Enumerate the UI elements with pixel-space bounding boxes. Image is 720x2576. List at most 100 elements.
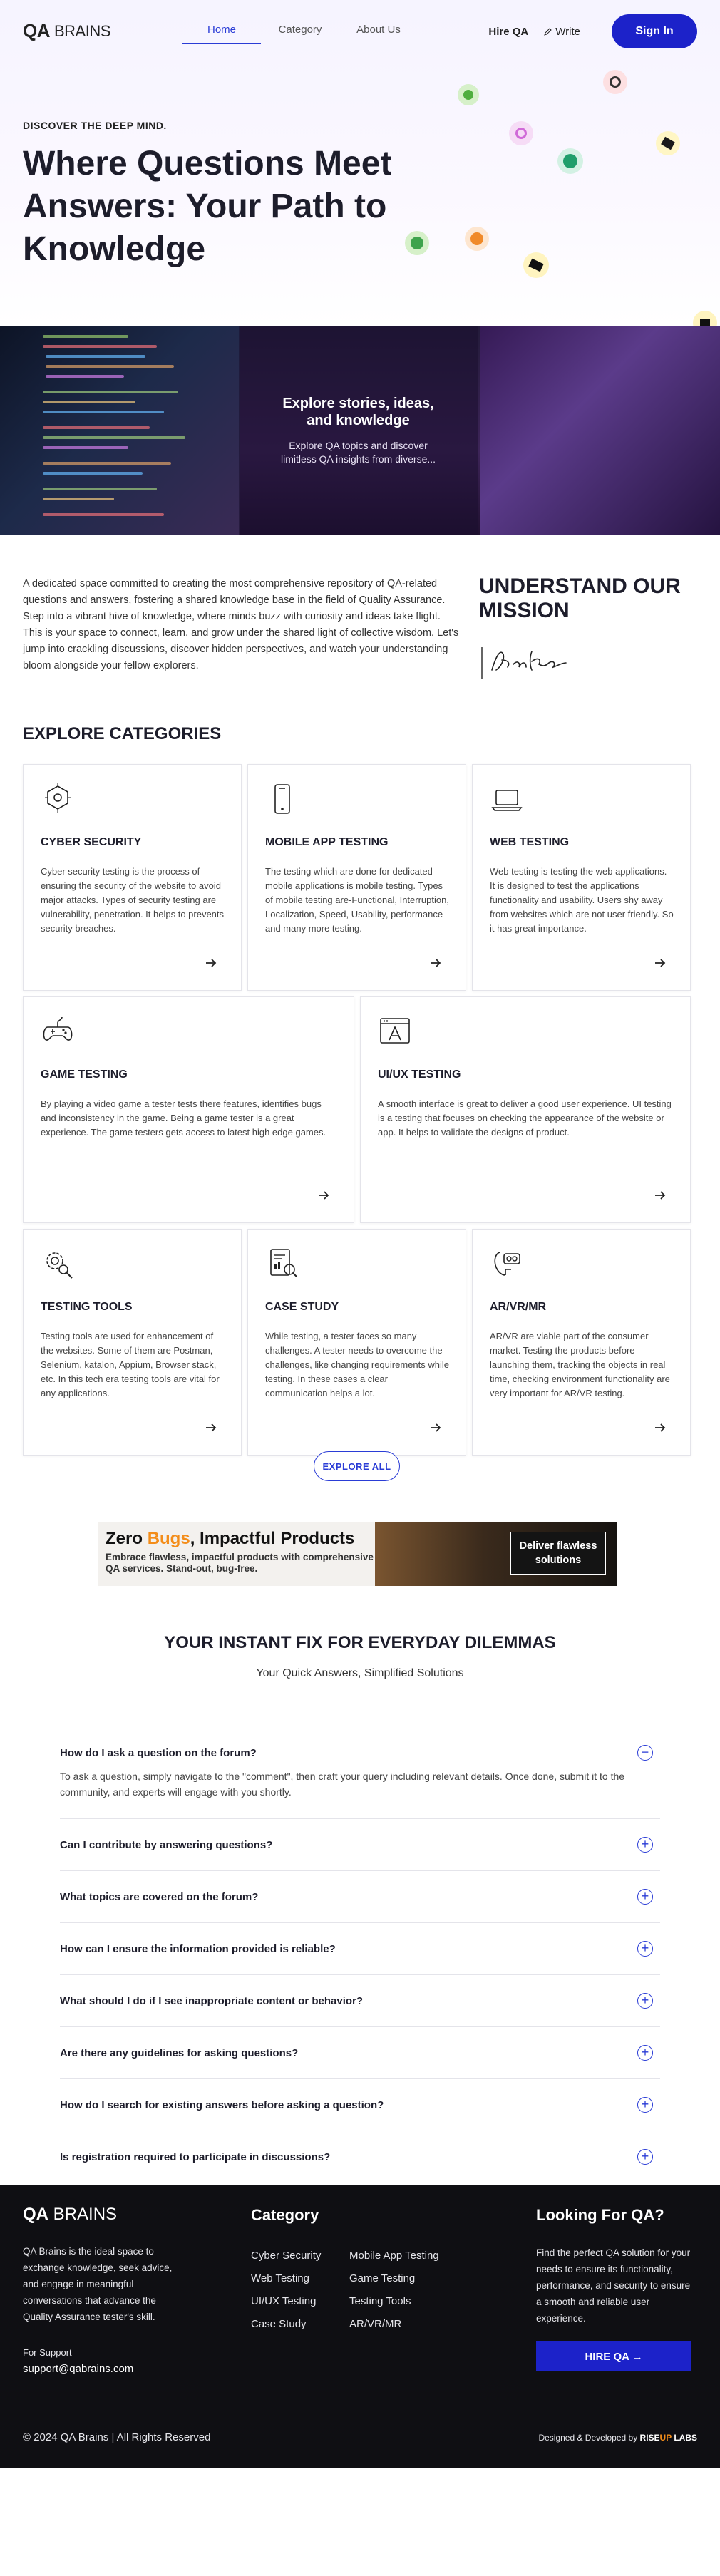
bubble-icon: [693, 311, 717, 326]
card-text: Cyber security testing is the process of…: [41, 866, 225, 934]
nav-category[interactable]: Category: [261, 19, 339, 44]
dev-labs[interactable]: LABS: [672, 2433, 697, 2443]
faq-question[interactable]: Are there any guidelines for asking ques…: [60, 2027, 660, 2078]
faq-section: YOUR INSTANT FIX FOR EVERYDAY DILEMMAS Y…: [0, 1572, 720, 2185]
category-card-game-testing[interactable]: GAME TESTING By playing a video game a t…: [23, 996, 354, 1223]
bubble-icon: [405, 231, 429, 255]
footer-category-col-2: Mobile App Testing Game Testing Testing …: [349, 2245, 439, 2336]
signature: [479, 642, 586, 685]
bubble-icon: [656, 131, 680, 155]
faq-title: YOUR INSTANT FIX FOR EVERYDAY DILEMMAS: [164, 1633, 556, 1652]
faq-question[interactable]: How can I ensure the information provide…: [60, 1923, 660, 1974]
hero-title: Where Questions Meet Answers: Your Path …: [23, 145, 392, 268]
bubble-icon: [509, 121, 533, 145]
footer-category-heading: Category: [251, 2206, 319, 2224]
arrow-right-icon[interactable]: [653, 1421, 667, 1435]
category-card-web-testing[interactable]: WEB TESTING Web testing is testing the w…: [472, 764, 691, 991]
card-text: While testing, a tester faces so many ch…: [265, 1331, 449, 1398]
footer-link[interactable]: Case Study: [251, 2313, 321, 2336]
intro-section: A dedicated space committed to creating …: [0, 535, 720, 720]
category-card-case-study[interactable]: CASE STUDY While testing, a tester faces…: [247, 1229, 466, 1456]
expand-icon[interactable]: +: [637, 2045, 653, 2061]
faq-item[interactable]: What should I do if I see inappropriate …: [60, 1975, 660, 2027]
category-card-ar-vr-mr[interactable]: AR/VR/MR AR/VR are viable part of the co…: [472, 1229, 691, 1456]
expand-icon[interactable]: +: [637, 2097, 653, 2113]
bubble-icon: [603, 70, 627, 94]
faq-item[interactable]: Can I contribute by answering questions?…: [60, 1819, 660, 1871]
collapse-icon[interactable]: −: [637, 1745, 653, 1761]
nav-about-us[interactable]: About Us: [339, 19, 418, 44]
category-card-cyber-security[interactable]: CYBER SECURITY Cyber security testing is…: [23, 764, 242, 991]
logo-bold: QA: [23, 20, 51, 41]
faq-question[interactable]: Is registration required to participate …: [60, 2131, 660, 2183]
logo[interactable]: QA BRAINS: [23, 20, 110, 42]
faq-item[interactable]: What topics are covered on the forum? +: [60, 1871, 660, 1923]
footer-link[interactable]: Cyber Security: [251, 2245, 321, 2267]
footer-link[interactable]: Game Testing: [349, 2267, 439, 2290]
vr-headset-icon: [494, 1252, 520, 1276]
intro-text: A dedicated space committed to creating …: [23, 578, 459, 671]
faq-question[interactable]: Can I contribute by answering questions?: [60, 1819, 660, 1870]
hire-qa-button[interactable]: HIRE QA →: [536, 2341, 691, 2371]
explore-all-wrap: EXPLORE ALL: [314, 1451, 400, 1481]
arrow-right-icon[interactable]: [653, 1188, 667, 1202]
footer: QA BRAINS QA Brains is the ideal space t…: [0, 2185, 720, 2468]
promo-banner-section: Zero Bugs, Impactful Products Embrace fl…: [0, 1479, 720, 1586]
card-text: By playing a video game a tester tests t…: [41, 1098, 326, 1138]
faq-item[interactable]: How do I search for existing answers bef…: [60, 2079, 660, 2131]
footer-logo[interactable]: QA BRAINS: [23, 2205, 117, 2225]
card-title: TESTING TOOLS: [41, 1301, 133, 1313]
footer-link[interactable]: Mobile App Testing: [349, 2245, 439, 2267]
expand-icon[interactable]: +: [637, 1889, 653, 1905]
strip-caption: Explore stories, ideas, and knowledge Ex…: [239, 326, 478, 535]
banner-cta-button[interactable]: Deliver flawless solutions: [510, 1532, 606, 1575]
faq-item[interactable]: Is registration required to participate …: [60, 2131, 660, 2183]
write-link[interactable]: Write: [544, 26, 580, 38]
faq-item[interactable]: How can I ensure the information provide…: [60, 1923, 660, 1975]
faq-item[interactable]: How do I ask a question on the forum? − …: [60, 1727, 660, 1819]
strip-subtitle: Explore QA topics and discover limitless…: [280, 440, 436, 465]
arrow-right-icon[interactable]: [428, 1421, 443, 1435]
banner-headline-1: Zero: [106, 1529, 148, 1548]
dev-up[interactable]: UP: [660, 2433, 672, 2443]
expand-icon[interactable]: +: [637, 1993, 653, 2009]
banner-headline-3: , Impactful Products: [190, 1529, 355, 1548]
category-card-ui-ux-testing[interactable]: UI/UX TESTING A smooth interface is grea…: [360, 996, 691, 1223]
faq-question[interactable]: What topics are covered on the forum?: [60, 1871, 660, 1922]
card-text: Testing tools are used for enhancement o…: [41, 1331, 220, 1398]
faq-question[interactable]: What should I do if I see inappropriate …: [60, 1975, 660, 2026]
footer-link[interactable]: AR/VR/MR: [349, 2313, 439, 2336]
footer-link[interactable]: Testing Tools: [349, 2290, 439, 2313]
support-email-link[interactable]: support@qabrains.com: [23, 2363, 133, 2375]
expand-icon[interactable]: +: [637, 2149, 653, 2165]
write-label: Write: [555, 25, 580, 38]
arrow-right-icon[interactable]: [317, 1188, 331, 1202]
explore-all-button[interactable]: EXPLORE ALL: [314, 1451, 400, 1481]
dev-rise[interactable]: RISE: [640, 2433, 660, 2443]
card-text: Web testing is testing the web applicati…: [490, 866, 674, 934]
arrow-right-icon[interactable]: [428, 956, 443, 970]
arrow-right-icon[interactable]: [653, 956, 667, 970]
footer-description: QA Brains is the ideal space to exchange…: [23, 2246, 173, 2322]
laptop-icon: [491, 790, 523, 811]
hire-qa-link[interactable]: Hire QA: [488, 26, 528, 38]
category-card-mobile-app-testing[interactable]: MOBILE APP TESTING The testing which are…: [247, 764, 466, 991]
footer-logo-light: BRAINS: [53, 2205, 118, 2224]
sign-in-button[interactable]: Sign In: [612, 14, 697, 48]
card-title: AR/VR/MR: [490, 1301, 547, 1313]
card-title: MOBILE APP TESTING: [265, 836, 389, 848]
bubble-icon: [458, 84, 479, 105]
category-card-testing-tools[interactable]: TESTING TOOLS Testing tools are used for…: [23, 1229, 242, 1456]
footer-link[interactable]: UI/UX Testing: [251, 2290, 321, 2313]
footer-link[interactable]: Web Testing: [251, 2267, 321, 2290]
footer-logo-bold: QA: [23, 2205, 48, 2224]
nav-home[interactable]: Home: [182, 19, 261, 44]
logo-light: BRAINS: [54, 21, 110, 40]
expand-icon[interactable]: +: [637, 1837, 653, 1853]
faq-item[interactable]: Are there any guidelines for asking ques…: [60, 2027, 660, 2079]
faq-question[interactable]: How do I search for existing answers bef…: [60, 2079, 660, 2131]
arrow-right-icon[interactable]: [204, 956, 218, 970]
banner-headline-2: Bugs: [147, 1529, 190, 1548]
arrow-right-icon[interactable]: [204, 1421, 218, 1435]
expand-icon[interactable]: +: [637, 1941, 653, 1957]
